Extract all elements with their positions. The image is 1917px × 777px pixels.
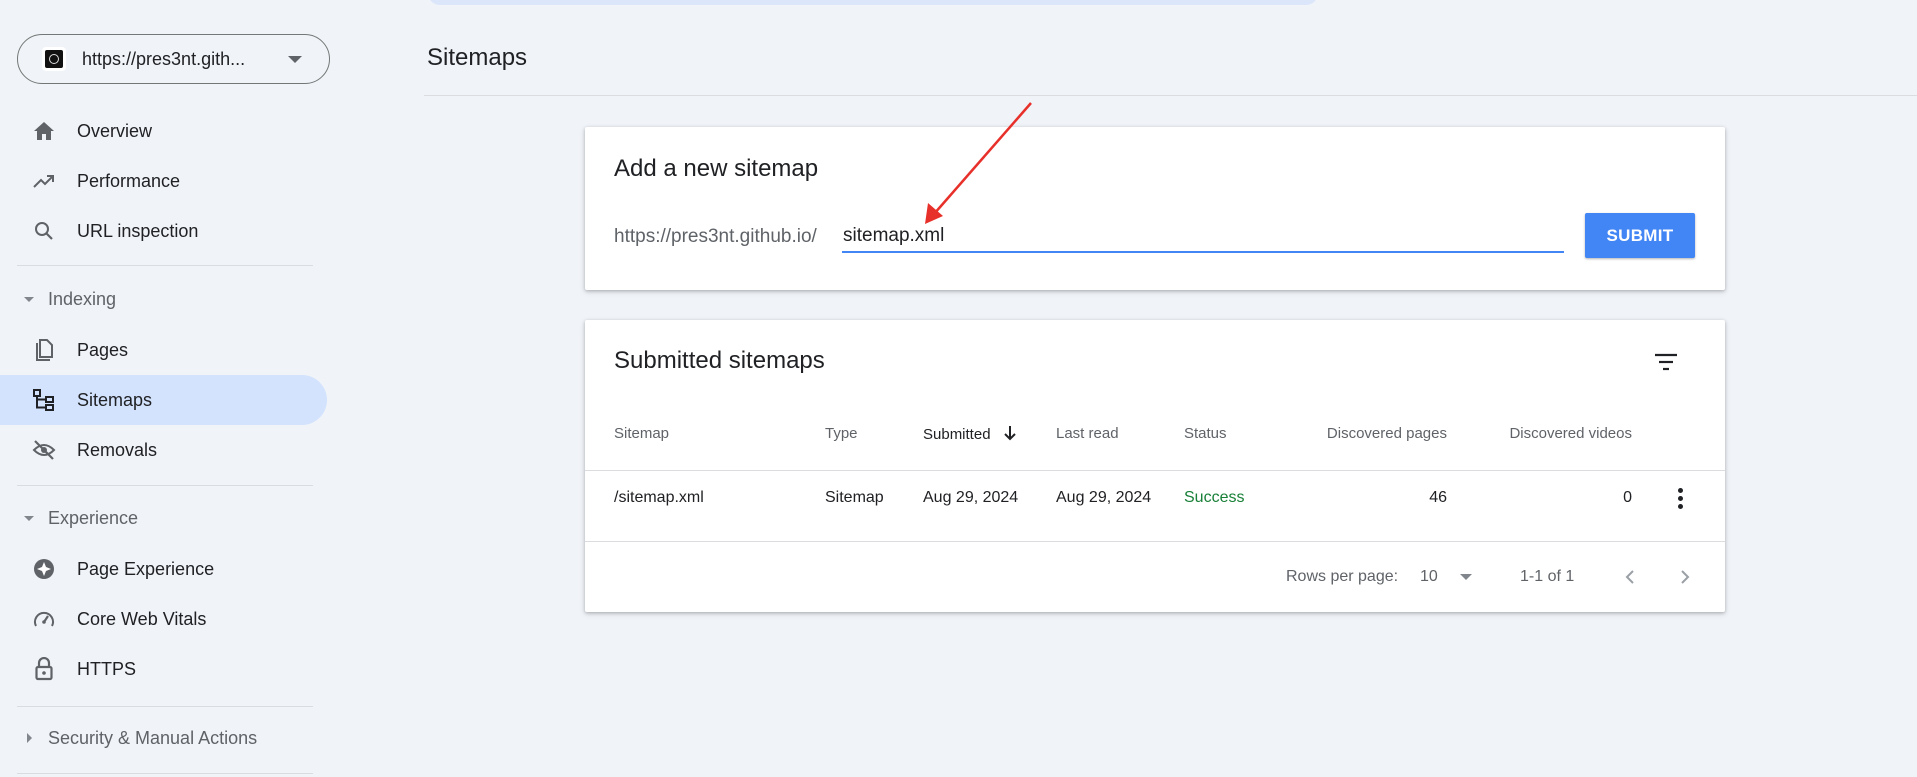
previous-page-button[interactable] [1616, 563, 1644, 591]
cell-last-read: Aug 29, 2024 [1056, 489, 1152, 506]
section-experience[interactable]: Experience [0, 498, 327, 538]
sidebar-item-sitemaps[interactable]: Sitemaps [0, 375, 327, 425]
chevron-left-icon [1625, 570, 1634, 584]
sidebar-item-https[interactable]: HTTPS [0, 644, 327, 694]
section-security[interactable]: Security & Manual Actions [0, 718, 327, 758]
divider [17, 485, 313, 486]
divider [585, 470, 1725, 471]
cell-type: Sitemap [825, 489, 884, 506]
divider [585, 541, 1725, 542]
section-indexing[interactable]: Indexing [0, 279, 327, 319]
column-header-status[interactable]: Status [1184, 425, 1227, 442]
sidebar-item-pages[interactable]: Pages [0, 325, 327, 375]
sidebar-item-page-experience[interactable]: Page Experience [0, 544, 327, 594]
next-page-button[interactable] [1671, 563, 1699, 591]
home-icon [32, 119, 56, 143]
sidebar-item-label: Page Experience [77, 558, 215, 579]
collapse-icon [24, 515, 34, 521]
cell-discovered-videos: 0 [1623, 489, 1632, 506]
sidebar-item-removals[interactable]: Removals [0, 425, 327, 475]
sitemap-url-input[interactable] [842, 221, 1564, 253]
visibility-off-icon [32, 438, 56, 462]
divider [424, 95, 1917, 96]
sidebar-item-label: Overview [77, 120, 153, 141]
submit-button[interactable]: SUBMIT [1585, 213, 1695, 258]
add-sitemap-card: Add a new sitemap https://pres3nt.github… [585, 127, 1725, 290]
lock-icon [32, 657, 56, 681]
column-header-label: Submitted [923, 426, 991, 443]
property-selector[interactable]: https://pres3nt.gith... [17, 34, 330, 84]
column-header-last-read[interactable]: Last read [1056, 425, 1119, 442]
page-title: Sitemaps [427, 44, 528, 71]
sidebar-item-label: URL inspection [77, 220, 199, 241]
column-header-submitted[interactable]: Submitted [923, 425, 1017, 443]
top-search-bar[interactable] [428, 0, 1318, 5]
trending-up-icon [32, 169, 56, 193]
section-label: Indexing [48, 288, 117, 309]
column-header-type[interactable]: Type [825, 425, 858, 442]
sidebar: https://pres3nt.gith... Overview Perform… [0, 0, 330, 777]
filter-button[interactable] [1648, 344, 1684, 380]
cell-submitted: Aug 29, 2024 [923, 489, 1019, 506]
add-sitemap-title: Add a new sitemap [614, 155, 819, 182]
sitemap-icon [32, 388, 56, 412]
sort-descending-icon [1004, 426, 1016, 441]
chevron-down-icon [288, 55, 302, 63]
divider [17, 773, 313, 774]
more-options-icon[interactable] [1670, 484, 1690, 512]
divider [17, 706, 313, 707]
cell-discovered-pages: 46 [1429, 489, 1447, 506]
sitemap-url-prefix: https://pres3nt.github.io/ [614, 226, 817, 247]
expand-icon [27, 733, 32, 743]
cell-status: Success [1184, 489, 1245, 506]
sidebar-item-core-web-vitals[interactable]: Core Web Vitals [0, 594, 327, 644]
speed-gauge-icon [32, 607, 56, 631]
search-icon [32, 219, 56, 243]
section-label: Security & Manual Actions [48, 727, 258, 748]
pages-icon [32, 338, 56, 362]
sidebar-item-label: Removals [77, 439, 158, 460]
cell-sitemap: /sitemap.xml [614, 489, 704, 506]
submitted-sitemaps-card: Submitted sitemaps Sitemap Type Submitte… [585, 320, 1725, 612]
section-label: Experience [48, 507, 139, 528]
sidebar-item-label: HTTPS [77, 658, 137, 679]
rows-per-page-value: 10 [1420, 568, 1438, 585]
rows-per-page-label: Rows per page: [1286, 568, 1399, 585]
sidebar-item-label: Performance [77, 170, 181, 191]
page-experience-icon [32, 557, 56, 581]
sidebar-item-performance[interactable]: Performance [0, 156, 327, 206]
chevron-right-icon [1681, 570, 1690, 584]
sidebar-item-url-inspection[interactable]: URL inspection [0, 206, 327, 256]
column-header-discovered-videos[interactable]: Discovered videos [1465, 425, 1632, 442]
sidebar-item-label: Core Web Vitals [77, 608, 207, 629]
sidebar-item-overview[interactable]: Overview [0, 106, 327, 156]
submitted-sitemaps-title: Submitted sitemaps [614, 347, 825, 374]
divider [17, 265, 313, 266]
filter-icon [1655, 353, 1677, 371]
column-header-discovered-pages[interactable]: Discovered pages [1285, 425, 1447, 442]
rows-per-page-select[interactable]: 10 [1420, 564, 1480, 590]
sidebar-item-label: Sitemaps [77, 389, 153, 410]
property-favicon-icon [42, 47, 66, 71]
chevron-down-icon [1459, 574, 1472, 580]
pagination-range: 1-1 of 1 [1520, 568, 1575, 585]
collapse-icon [24, 296, 34, 302]
sidebar-item-label: Pages [77, 339, 129, 360]
property-url: https://pres3nt.gith... [82, 48, 246, 69]
column-header-sitemap[interactable]: Sitemap [614, 425, 669, 442]
